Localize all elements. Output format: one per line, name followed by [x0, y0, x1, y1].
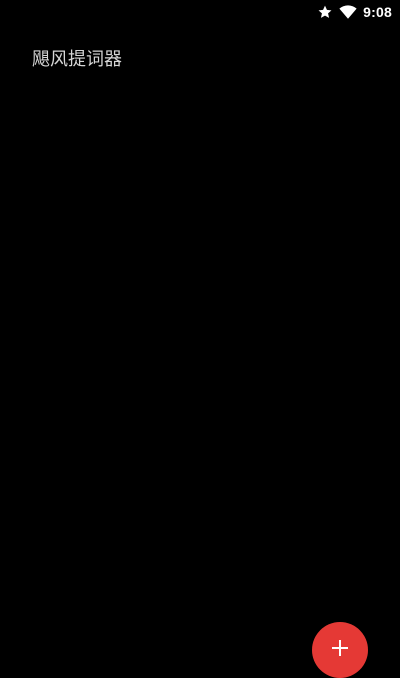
script-list-area	[0, 90, 400, 610]
status-bar: 9:08	[0, 0, 400, 24]
page-title: 飓风提词器	[32, 49, 122, 70]
plus-icon	[332, 640, 348, 656]
star-icon	[317, 4, 333, 20]
wifi-icon	[339, 4, 357, 20]
status-time: 9:08	[363, 4, 392, 20]
add-script-button[interactable]	[312, 622, 368, 678]
